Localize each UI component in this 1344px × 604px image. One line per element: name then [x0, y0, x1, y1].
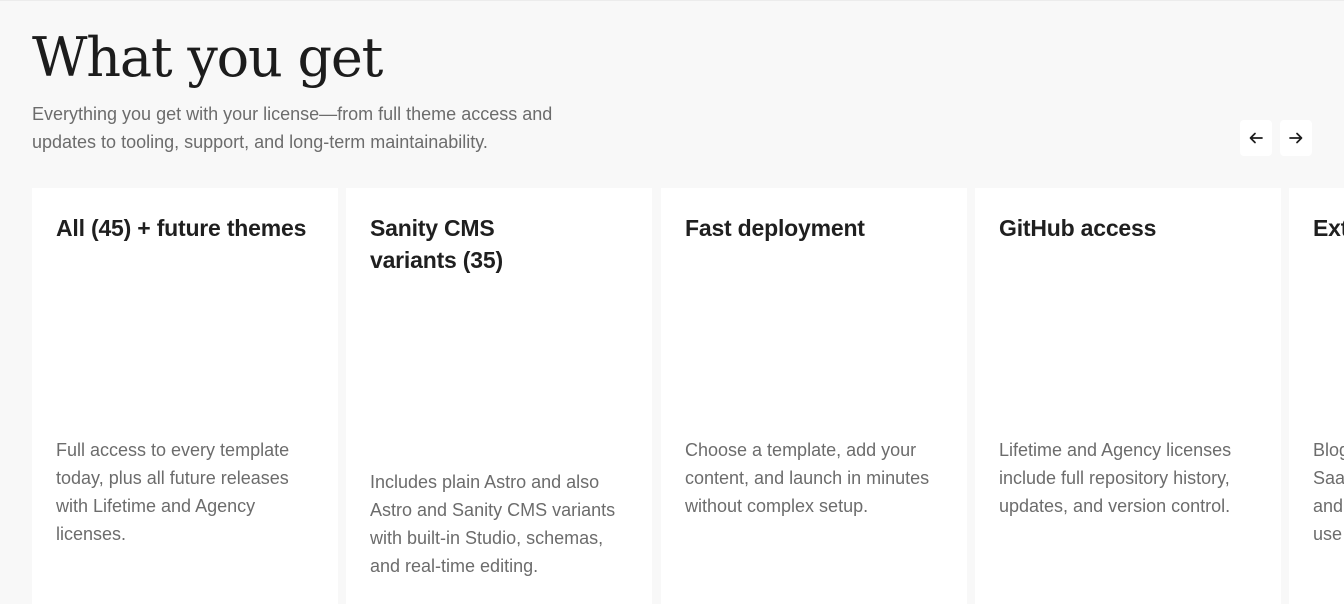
- feature-card-title: Sanity CMS variants (35): [370, 215, 503, 273]
- feature-card-title: GitHub access: [999, 215, 1157, 241]
- feature-card-sanity-cms: Sanity CMS variants (35) Includes plain …: [346, 188, 652, 604]
- feature-card-description: Full access to every template today, plu…: [56, 440, 290, 544]
- section-intro: Everything you get with your license—fro…: [32, 104, 553, 152]
- top-divider: [0, 0, 1344, 1]
- carousel-next-button[interactable]: [1280, 120, 1312, 156]
- feature-card-description: Includes plain Astro and also Astro and …: [370, 472, 616, 576]
- feature-card-description: Blog SaaS and use: [1313, 440, 1344, 544]
- arrow-right-icon: [1289, 132, 1303, 144]
- feature-card-fast-deployment: Fast deployment Choose a template, add y…: [661, 188, 967, 604]
- feature-card-github-access: GitHub access Lifetime and Agency licens…: [975, 188, 1281, 604]
- feature-card-description: Choose a template, add your content, and…: [685, 440, 930, 516]
- feature-card-title: Ext: [1313, 215, 1344, 241]
- arrow-left-icon: [1249, 132, 1263, 144]
- feature-carousel[interactable]: All (45) + future themes Full access to …: [0, 188, 1344, 604]
- section-title: What you get: [32, 26, 383, 89]
- feature-card-description: Lifetime and Agency licenses include ful…: [999, 440, 1232, 516]
- feature-card-partial: Ext Blog SaaS and use: [1289, 188, 1344, 604]
- feature-card-all-themes: All (45) + future themes Full access to …: [32, 188, 338, 604]
- feature-card-title: All (45) + future themes: [56, 215, 307, 241]
- feature-card-title: Fast deployment: [685, 215, 865, 241]
- carousel-prev-button[interactable]: [1240, 120, 1272, 156]
